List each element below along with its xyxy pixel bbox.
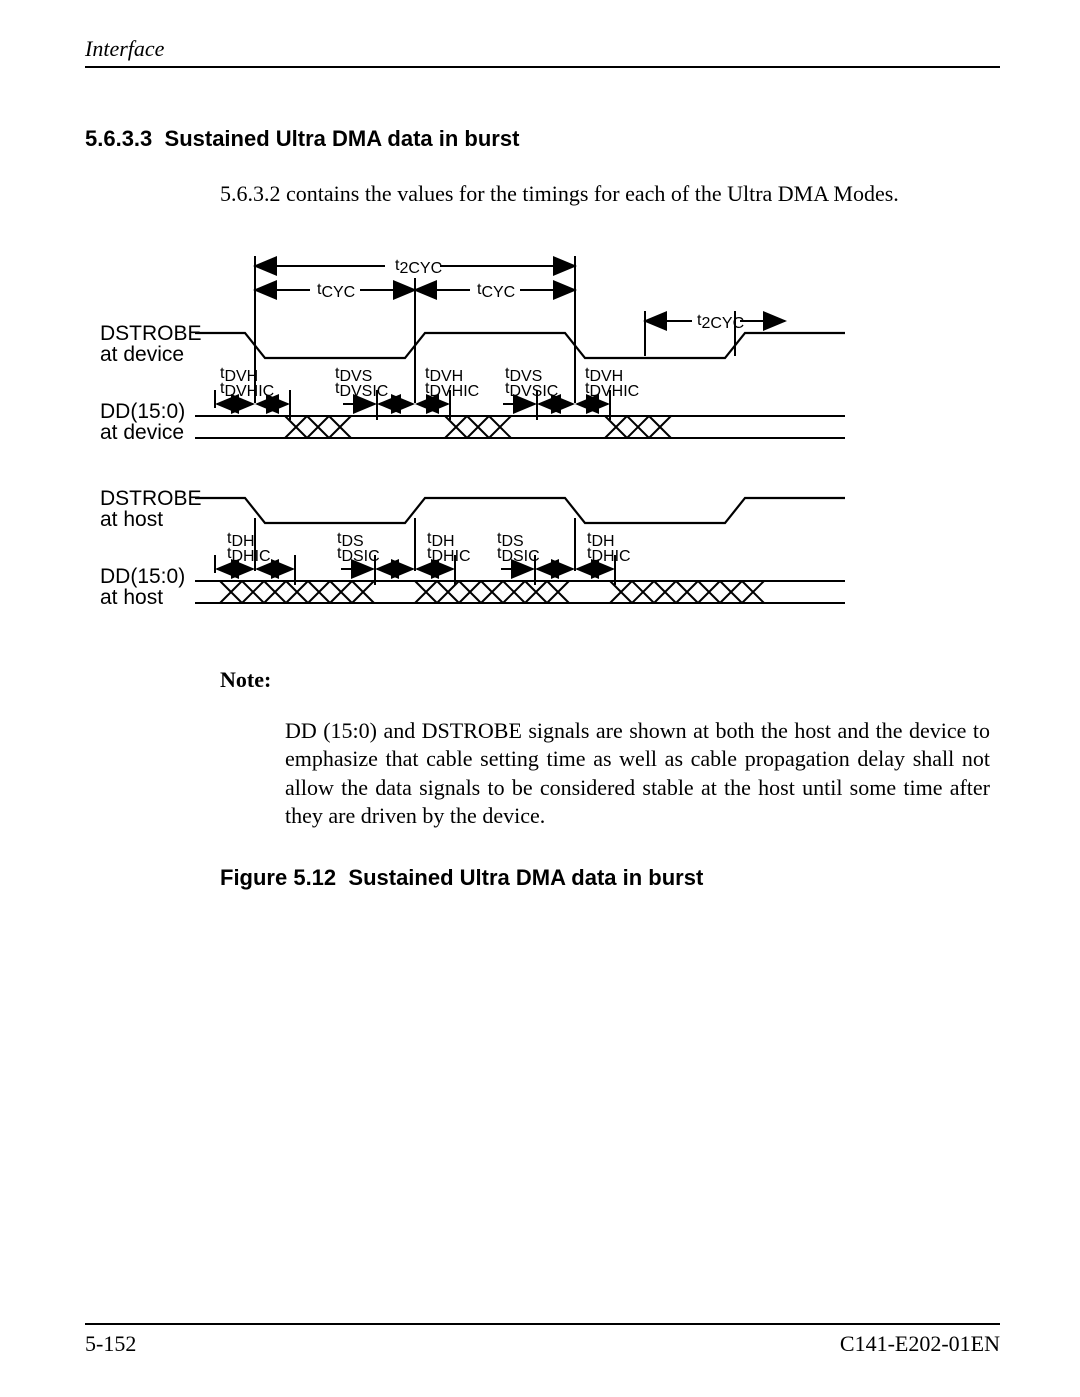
section-title: Sustained Ultra DMA data in burst [165, 126, 520, 151]
page-number: 5-152 [85, 1331, 136, 1357]
timing-diagram: DSTROBE at device t2CYC [85, 248, 1000, 623]
page-footer: 5-152 C141-E202-01EN [85, 1323, 1000, 1357]
label-dd-device-a: DD(15:0) [100, 400, 185, 423]
svg-text:tDVS: tDVS [335, 365, 372, 385]
label-dstrobe-device-b: at device [100, 343, 184, 366]
note-label: Note: [220, 667, 1000, 693]
svg-text:tDVS: tDVS [505, 365, 542, 385]
figure-title: Sustained Ultra DMA data in burst [348, 865, 703, 890]
label-dstrobe-host-b: at host [100, 508, 163, 531]
svg-text:tDVH: tDVH [220, 365, 258, 385]
label-dstrobe-device-a: DSTROBE [100, 322, 202, 345]
svg-text:t2CYC: t2CYC [697, 312, 744, 332]
intro-paragraph: 5.6.3.2 contains the values for the timi… [220, 180, 1000, 208]
label-dstrobe-host-a: DSTROBE [100, 487, 202, 510]
section-heading: 5.6.3.3 Sustained Ultra DMA data in burs… [85, 126, 1000, 152]
svg-text:tDVSIC: tDVSIC [505, 380, 558, 400]
svg-text:tDVSIC: tDVSIC [335, 380, 388, 400]
svg-text:tDHIC: tDHIC [227, 545, 271, 565]
svg-text:tDHIC: tDHIC [587, 545, 631, 565]
svg-text:tDSIC: tDSIC [497, 545, 540, 565]
running-head: Interface [85, 36, 1000, 68]
svg-text:tCYC: tCYC [317, 281, 355, 301]
svg-text:tCYC: tCYC [477, 281, 515, 301]
svg-text:tDHIC: tDHIC [427, 545, 471, 565]
svg-text:tDVHIC: tDVHIC [425, 380, 479, 400]
label-dd-host-b: at host [100, 586, 163, 609]
label-dd-device-b: at device [100, 421, 184, 444]
section-number: 5.6.3.3 [85, 126, 152, 151]
note-body: DD (15:0) and DSTROBE signals are shown … [285, 717, 990, 831]
svg-text:tDVH: tDVH [425, 365, 463, 385]
label-dd-host-a: DD(15:0) [100, 565, 185, 588]
doc-id: C141-E202-01EN [840, 1331, 1000, 1357]
figure-caption: Figure 5.12 Sustained Ultra DMA data in … [220, 865, 1000, 891]
svg-text:tDSIC: tDSIC [337, 545, 380, 565]
svg-text:tDVHIC: tDVHIC [585, 380, 639, 400]
svg-text:t2CYC: t2CYC [395, 257, 442, 277]
svg-text:tDVHIC: tDVHIC [220, 380, 274, 400]
svg-text:tDVH: tDVH [585, 365, 623, 385]
figure-number: Figure 5.12 [220, 865, 336, 890]
